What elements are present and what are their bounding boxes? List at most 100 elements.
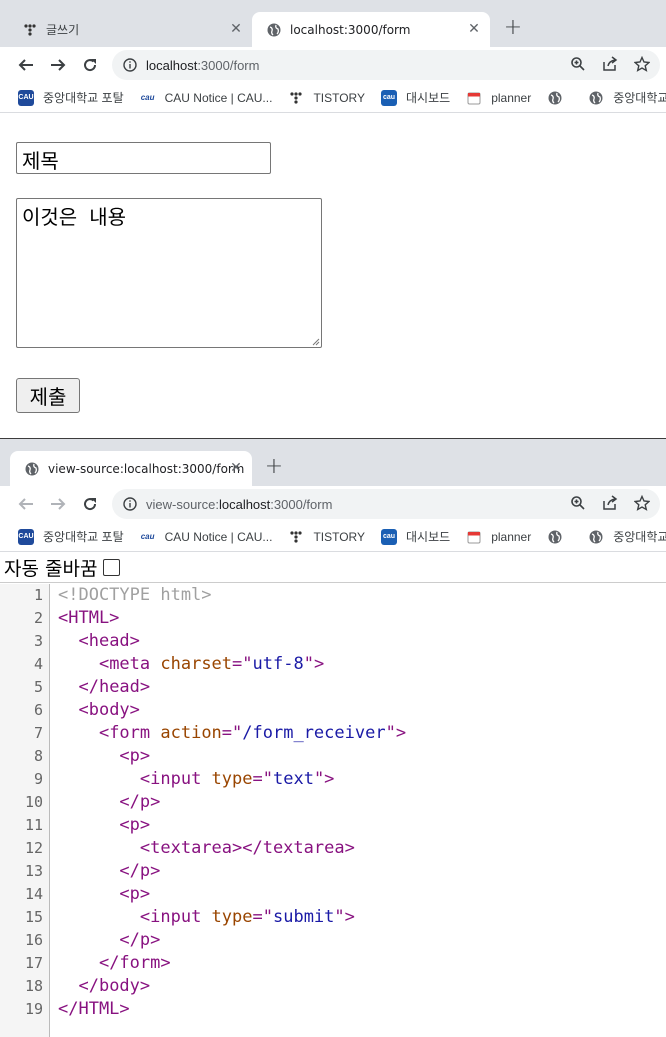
url-path: :3000/form bbox=[197, 57, 260, 73]
line-number: 10 bbox=[24, 793, 43, 811]
url-text[interactable]: view-source:localhost:3000/form bbox=[146, 497, 332, 512]
source-token: action bbox=[160, 723, 222, 743]
source-token: <textarea></textarea> bbox=[139, 838, 355, 858]
share-icon[interactable] bbox=[602, 56, 618, 72]
reload-icon bbox=[84, 59, 97, 72]
back-button[interactable] bbox=[14, 53, 38, 77]
submit-button[interactable]: 제출 bbox=[16, 378, 80, 413]
line-number: 5 bbox=[33, 678, 43, 696]
address-bar[interactable]: localhost:3000/form bbox=[112, 50, 660, 80]
tab-view-source[interactable]: view-source:localhost:3000/form ✕ bbox=[10, 451, 252, 486]
source-code: <p> bbox=[58, 745, 150, 768]
bookmark-globe[interactable] bbox=[547, 529, 572, 545]
source-code: <form action="/form_receiver"> bbox=[58, 722, 406, 745]
bookmark-tistory[interactable]: TISTORY bbox=[288, 90, 365, 106]
address-bar[interactable]: view-source:localhost:3000/form bbox=[112, 489, 660, 519]
cau-logo-icon: CAU bbox=[18, 89, 34, 106]
info-icon[interactable] bbox=[122, 57, 138, 73]
source-token: =" bbox=[252, 769, 273, 789]
line-number: 6 bbox=[33, 701, 43, 719]
bookmark-cau-notice[interactable]: cau CAU Notice | CAU... bbox=[140, 90, 273, 106]
bookmark-star-icon[interactable] bbox=[634, 495, 650, 511]
source-code: </head> bbox=[58, 676, 150, 699]
bookmarks-bar: CAU 중앙대학교 포탈 cau CAU Notice | CAU... TISTO… bbox=[0, 83, 666, 113]
line-number: 13 bbox=[24, 862, 43, 880]
globe-icon bbox=[588, 90, 604, 106]
source-line: 6 <body> bbox=[0, 699, 666, 722]
url-text[interactable]: localhost:3000/form bbox=[146, 58, 259, 73]
new-tab-button[interactable]: + bbox=[262, 456, 286, 480]
globe-icon bbox=[266, 22, 282, 38]
source-line: 4 <meta charset="utf-8"> bbox=[0, 653, 666, 676]
cau-notice-icon: cau bbox=[140, 532, 155, 541]
bookmark-globe[interactable] bbox=[547, 90, 572, 106]
close-tab-icon[interactable]: ✕ bbox=[228, 460, 244, 476]
browser-window-form: 글쓰기 ✕ localhost:3000/form ✕ + localhost:… bbox=[0, 0, 666, 438]
share-icon[interactable] bbox=[602, 495, 618, 511]
source-line: 18 </body> bbox=[0, 975, 666, 998]
source-token: </p> bbox=[119, 861, 161, 881]
bookmark-planner[interactable]: planner bbox=[466, 529, 531, 545]
close-tab-icon[interactable]: ✕ bbox=[466, 21, 482, 37]
bookmark-label: CAU Notice | CAU... bbox=[164, 90, 273, 105]
source-token: type bbox=[211, 907, 253, 927]
source-line: 10 </p> bbox=[0, 791, 666, 814]
forward-arrow-icon bbox=[51, 498, 66, 510]
source-view: 1 <!DOCTYPE html> 2 <HTML> 3 <head> 4 <meta c… bbox=[0, 584, 666, 1037]
source-token: =" bbox=[232, 654, 253, 674]
bookmark-star-icon[interactable] bbox=[634, 56, 650, 72]
close-tab-icon[interactable]: ✕ bbox=[228, 21, 244, 37]
line-number: 15 bbox=[24, 908, 43, 926]
line-number: 14 bbox=[24, 885, 43, 903]
resize-grip-icon[interactable] bbox=[311, 337, 320, 346]
source-code: <HTML> bbox=[58, 607, 119, 630]
source-token: "> bbox=[303, 654, 325, 674]
line-wrap-toggle: 자동 줄바꿈 bbox=[0, 553, 666, 583]
url-prefix: view-source: bbox=[146, 496, 219, 512]
reload-button[interactable] bbox=[78, 492, 102, 516]
forward-button[interactable] bbox=[46, 492, 70, 516]
new-tab-button[interactable]: + bbox=[501, 17, 525, 41]
bookmark-label: TISTORY bbox=[313, 529, 366, 544]
tab-localhost-form[interactable]: localhost:3000/form ✕ bbox=[252, 12, 490, 47]
tab-write[interactable]: 글쓰기 ✕ bbox=[8, 12, 252, 47]
bookmark-planner[interactable]: planner bbox=[466, 90, 531, 106]
source-token: charset bbox=[160, 654, 233, 674]
bookmark-dashboard[interactable]: cau 대시보드 bbox=[381, 89, 450, 106]
zoom-icon[interactable] bbox=[570, 56, 586, 72]
content-textarea[interactable]: 이것은 내용 bbox=[16, 198, 322, 348]
source-code: </form> bbox=[58, 952, 171, 975]
tab-title: view-source:localhost:3000/form bbox=[48, 461, 245, 476]
source-line: 17 </form> bbox=[0, 952, 666, 975]
source-token: <input bbox=[139, 769, 212, 789]
bookmark-cau[interactable]: 중앙대학교 bbox=[588, 89, 666, 106]
bookmark-cau[interactable]: 중앙대학교 bbox=[588, 528, 666, 545]
source-token: <p> bbox=[119, 884, 151, 904]
bookmark-cau-portal[interactable]: CAU 중앙대학교 포탈 bbox=[18, 528, 124, 545]
tab-title: 글쓰기 bbox=[46, 23, 80, 37]
bookmark-dashboard[interactable]: cau 대시보드 bbox=[381, 528, 450, 545]
zoom-icon[interactable] bbox=[570, 495, 586, 511]
source-line: 15 <input type="submit"> bbox=[0, 906, 666, 929]
bookmark-cau-portal[interactable]: CAU 중앙대학교 포탈 bbox=[18, 89, 124, 106]
title-input[interactable]: 제목 bbox=[16, 142, 271, 174]
line-wrap-checkbox[interactable] bbox=[103, 559, 121, 576]
dashboard-icon: cau bbox=[381, 528, 398, 545]
back-button[interactable] bbox=[14, 492, 38, 516]
source-token: </body> bbox=[78, 976, 151, 996]
reload-button[interactable] bbox=[78, 53, 102, 77]
toolbar: localhost:3000/form bbox=[0, 47, 666, 83]
source-token: <p> bbox=[119, 746, 151, 766]
bookmark-cau-notice[interactable]: cau CAU Notice | CAU... bbox=[140, 529, 273, 545]
forward-button[interactable] bbox=[46, 53, 70, 77]
tistory-icon bbox=[288, 90, 304, 106]
source-token: submit bbox=[272, 907, 335, 927]
globe-icon bbox=[547, 529, 563, 545]
info-icon[interactable] bbox=[122, 496, 138, 512]
source-line: 1 <!DOCTYPE html> bbox=[0, 584, 666, 607]
source-code: <p> bbox=[58, 814, 150, 837]
line-number: 7 bbox=[33, 724, 43, 742]
bookmark-tistory[interactable]: TISTORY bbox=[288, 529, 365, 545]
source-line: 14 <p> bbox=[0, 883, 666, 906]
browser-window-view-source: view-source:localhost:3000/form ✕ + view… bbox=[0, 439, 666, 1037]
